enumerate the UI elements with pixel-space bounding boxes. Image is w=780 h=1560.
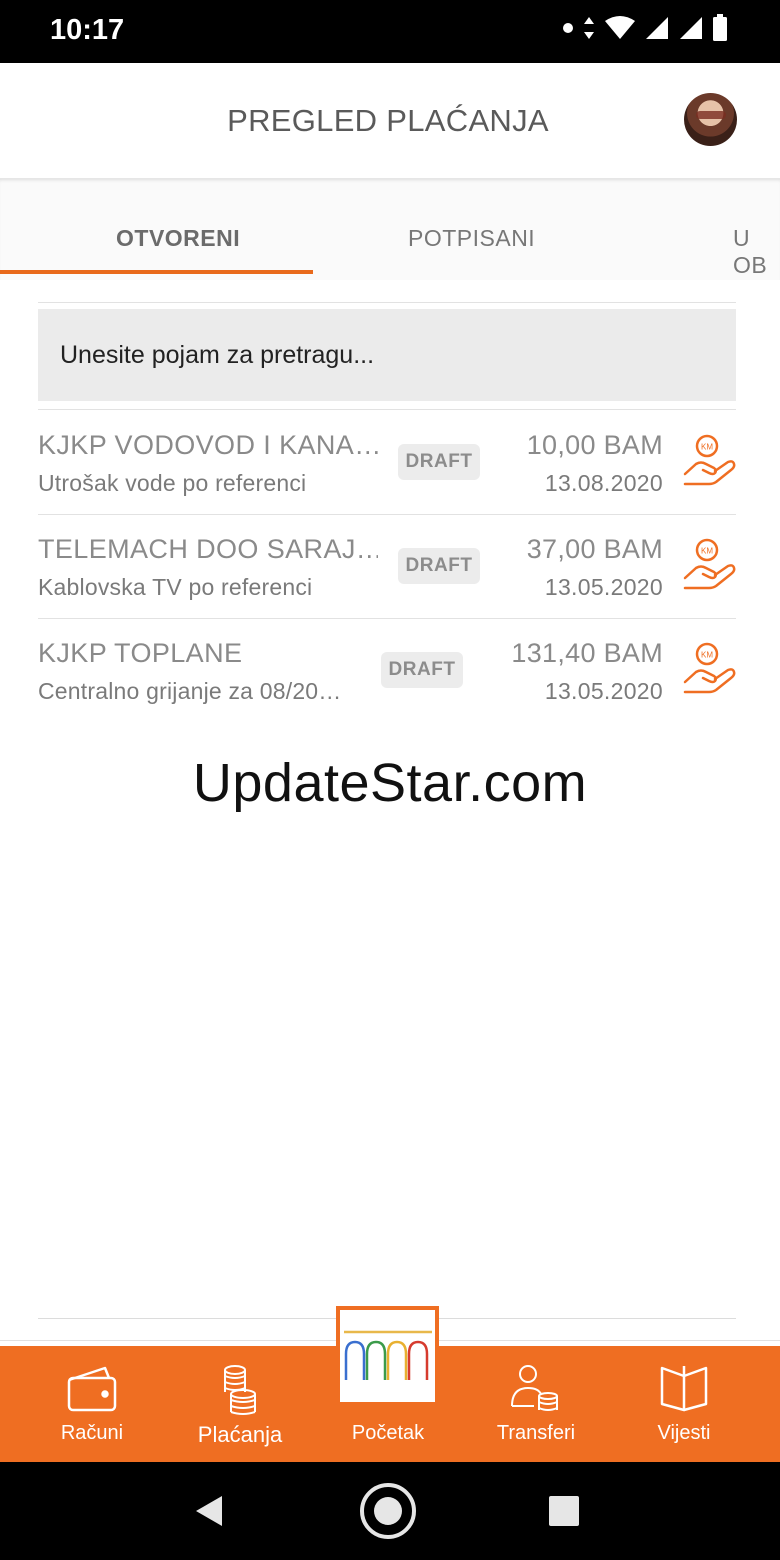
nav-label: Vijesti [657,1422,711,1444]
status-badge: DRAFT [398,548,480,584]
search-input[interactable] [38,309,736,401]
payment-name: KJKP VODOVOD I KANA… [38,430,378,460]
hand-coin-icon[interactable]: KM [682,642,736,700]
watermark-text: UpdateStar.com [192,753,588,813]
battery-icon [713,14,727,41]
nav-transferi[interactable]: Transferi [462,1346,610,1462]
nav-label: Transferi [496,1422,576,1444]
nav-label: Plaćanja [197,1422,283,1447]
wallet-icon [67,1366,117,1412]
signal-icon [680,17,702,39]
status-badge: DRAFT [398,444,480,480]
payment-date: 13.05.2020 [544,678,663,704]
payment-row[interactable]: KJKP VODOVOD I KANA… Utrošak vode po ref… [38,410,736,514]
payment-description: Utrošak vode po referenci [38,470,307,496]
dot-icon [563,23,573,33]
payment-name: KJKP TOPLANE [38,638,243,668]
coins-icon [224,1365,256,1415]
nav-label: Računi [60,1422,124,1444]
nav-vijesti[interactable]: Vijesti [610,1346,758,1462]
wifi-icon [605,16,635,39]
divider [38,302,736,303]
nav-label-pocetak: Početak [351,1422,425,1444]
status-bar: 10:17 [0,0,780,63]
payment-date: 13.05.2020 [544,574,663,600]
svg-text:KM: KM [701,547,713,556]
hand-coin-icon[interactable]: KM [682,434,736,492]
status-icons [562,14,728,42]
svg-text:KM: KM [701,443,713,452]
nav-placanja[interactable]: Plaćanja [166,1346,314,1462]
payment-amount: 10,00 BAM [526,430,663,460]
recents-icon[interactable] [548,1495,580,1527]
tab-bar: OTVORENI POTPISANI U OB [0,178,780,280]
system-nav-bar [0,1462,780,1560]
payment-row[interactable]: KJKP TOPLANE Centralno grijanje za 08/20… [38,618,736,722]
tab-potpisani[interactable]: POTPISANI [408,225,535,252]
active-tab-indicator [0,270,313,274]
payment-amount: 37,00 BAM [526,534,663,564]
payment-date: 13.08.2020 [544,470,663,496]
status-badge: DRAFT [381,652,463,688]
tab-u-obradi[interactable]: U OB [733,225,780,279]
page-title: PREGLED PLAĆANJA [227,103,549,138]
avatar[interactable] [684,93,737,146]
signal-icon [646,17,668,39]
tab-otvoreni[interactable]: OTVORENI [116,225,240,252]
data-arrows-icon [584,17,594,39]
payment-row[interactable]: TELEMACH DOO SARAJ… Kablovska TV po refe… [38,514,736,618]
payment-name: TELEMACH DOO SARAJ… [38,534,378,564]
home-button[interactable] [336,1306,439,1406]
person-coins-icon [511,1365,558,1411]
app-header: PREGLED PLAĆANJA [0,63,780,178]
nav-racuni[interactable]: Računi [18,1346,166,1462]
svg-text:KM: KM [701,651,713,660]
payment-amount: 131,40 BAM [511,638,663,668]
status-time: 10:17 [50,14,125,46]
hand-coin-icon[interactable]: KM [682,538,736,596]
home-logo-icon [344,1330,432,1380]
payment-description: Centralno grijanje za 08/20… [38,678,342,704]
back-icon[interactable] [192,1494,226,1528]
book-icon [660,1366,708,1412]
home-circle-icon[interactable] [358,1481,418,1541]
payment-description: Kablovska TV po referenci [38,574,313,600]
